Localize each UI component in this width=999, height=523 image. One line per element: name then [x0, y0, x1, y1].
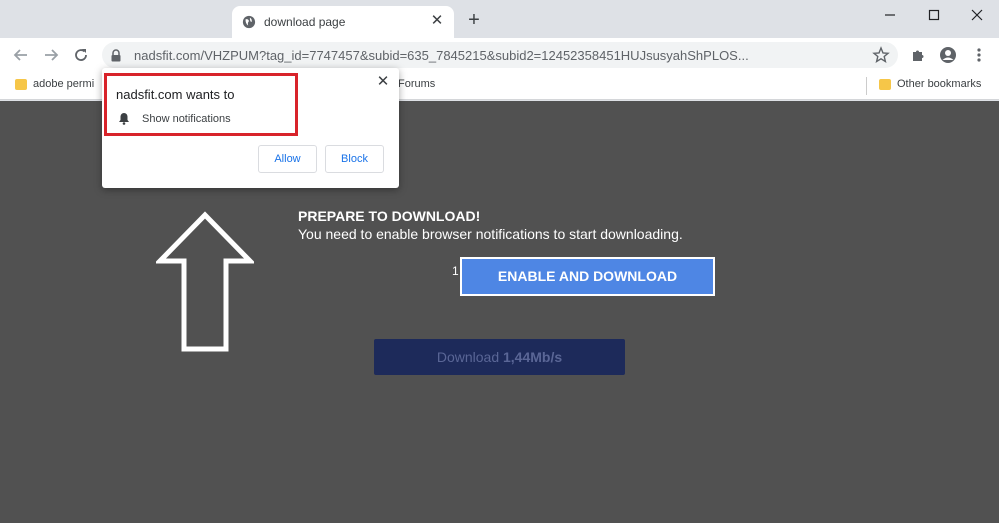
close-icon[interactable] [955, 0, 999, 30]
tab-download-page[interactable]: download page ✕ [232, 6, 454, 38]
forward-icon[interactable] [39, 43, 63, 67]
bookmarks-separator [866, 77, 867, 95]
bookmark-label: Forums [398, 78, 436, 90]
browser-toolbar: nadsfit.com/VHZPUM?tag_id=7747457&subid=… [0, 38, 999, 72]
download-speed: 1,44Mb/s [503, 349, 563, 365]
allow-button[interactable]: Allow [258, 145, 317, 173]
permission-row: Show notifications [118, 112, 231, 125]
minimize-icon[interactable] [868, 0, 912, 30]
permission-title: nadsfit.com wants to [116, 87, 235, 102]
bookmark-label: Other bookmarks [897, 78, 982, 90]
up-arrow-icon [156, 211, 254, 352]
tab-strip: download page ✕ + [0, 0, 999, 38]
back-icon[interactable] [9, 43, 33, 67]
bookmark-label: adobe permi [33, 78, 95, 90]
bell-icon [119, 113, 129, 125]
page-heading: PREPARE TO DOWNLOAD! [298, 208, 481, 224]
url-text[interactable]: nadsfit.com/VHZPUM?tag_id=7747457&subid=… [134, 48, 749, 63]
maximize-icon[interactable] [912, 0, 956, 30]
profile-avatar-icon[interactable] [936, 43, 960, 67]
lock-icon[interactable] [108, 47, 124, 63]
bookmark-other[interactable]: Other bookmarks [879, 78, 981, 90]
new-tab-button[interactable]: + [463, 9, 485, 31]
address-bar[interactable]: nadsfit.com/VHZPUM?tag_id=7747457&subid=… [102, 42, 898, 68]
enable-and-download-button[interactable]: ENABLE AND DOWNLOAD [460, 257, 715, 296]
notification-permission-prompt: nadsfit.com wants to Show notifications … [102, 68, 399, 188]
folder-icon [879, 78, 891, 90]
bookmark-adobe[interactable]: adobe permi [15, 78, 94, 90]
block-button[interactable]: Block [325, 145, 384, 173]
red-highlight-box [104, 73, 298, 136]
bookmark-forums[interactable]: Forums [398, 78, 435, 90]
folder-icon [15, 78, 27, 90]
globe-icon [242, 15, 256, 29]
stray-text: 1 [452, 264, 459, 278]
tab-close-icon[interactable]: ✕ [428, 12, 446, 30]
bookmark-star-icon[interactable] [872, 46, 890, 64]
page-subtext: You need to enable browser notifications… [298, 226, 683, 242]
download-button[interactable]: Download 1,44Mb/s [374, 339, 625, 375]
reload-icon[interactable] [69, 43, 93, 67]
tab-title: download page [264, 15, 346, 29]
download-label: Download [436, 349, 503, 365]
extensions-icon[interactable] [906, 43, 930, 67]
menu-kebab-icon[interactable] [967, 43, 991, 67]
permission-label: Show notifications [142, 112, 231, 125]
prompt-close-icon[interactable]: ✕ [375, 74, 391, 90]
